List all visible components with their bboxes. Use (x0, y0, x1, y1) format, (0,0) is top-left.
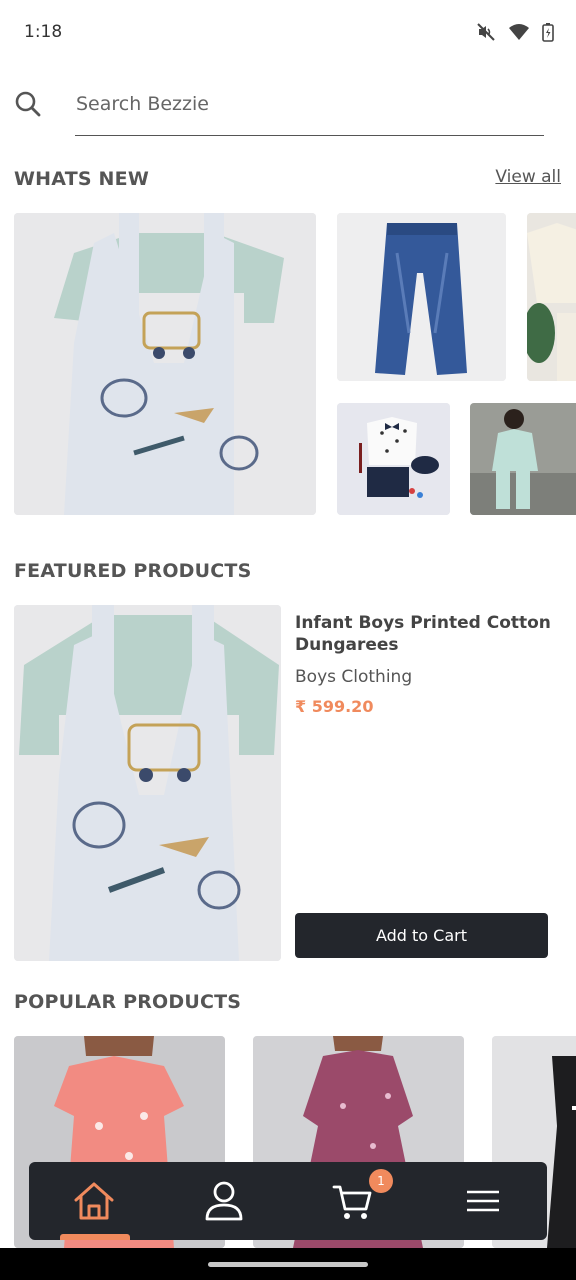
shirt-set-image[interactable] (337, 403, 450, 515)
status-time: 1:18 (24, 22, 63, 42)
cart-badge: 1 (369, 1169, 393, 1193)
search-icon[interactable] (14, 90, 42, 118)
featured-title: FEATURED PRODUCTS (14, 560, 252, 582)
kid-tracksuit-image[interactable] (470, 403, 576, 515)
featured-product-image[interactable] (14, 605, 281, 961)
profile-icon (205, 1181, 243, 1221)
mute-icon (477, 23, 495, 41)
add-to-cart-button[interactable]: Add to Cart (295, 913, 548, 958)
featured-product-category: Boys Clothing (295, 667, 413, 687)
featured-product-name[interactable]: Infant Boys Printed Cotton Dungarees (295, 612, 555, 656)
view-all-link[interactable]: View all (495, 167, 561, 187)
home-icon (74, 1182, 114, 1220)
featured-product-price: ₹ 599.20 (295, 697, 374, 716)
status-icons (476, 22, 554, 42)
nav-profile[interactable] (184, 1162, 264, 1240)
nav-active-indicator (60, 1234, 130, 1240)
cream-outfit-image[interactable] (527, 213, 576, 381)
whats-new-title: WHATS NEW (14, 168, 149, 190)
bottom-nav (29, 1162, 547, 1240)
popular-title: POPULAR PRODUCTS (14, 991, 242, 1013)
nav-menu[interactable] (443, 1162, 523, 1240)
battery-icon (542, 23, 554, 42)
status-bar: 1:18 (0, 0, 576, 68)
cart-icon (332, 1185, 372, 1219)
home-indicator[interactable] (208, 1262, 368, 1267)
search-bar (14, 80, 544, 136)
jeans-image[interactable] (337, 213, 506, 381)
menu-icon (467, 1190, 499, 1212)
dungarees-image[interactable] (14, 213, 316, 515)
search-input[interactable] (75, 80, 544, 136)
nav-home[interactable] (54, 1162, 134, 1240)
wifi-icon (509, 24, 529, 40)
